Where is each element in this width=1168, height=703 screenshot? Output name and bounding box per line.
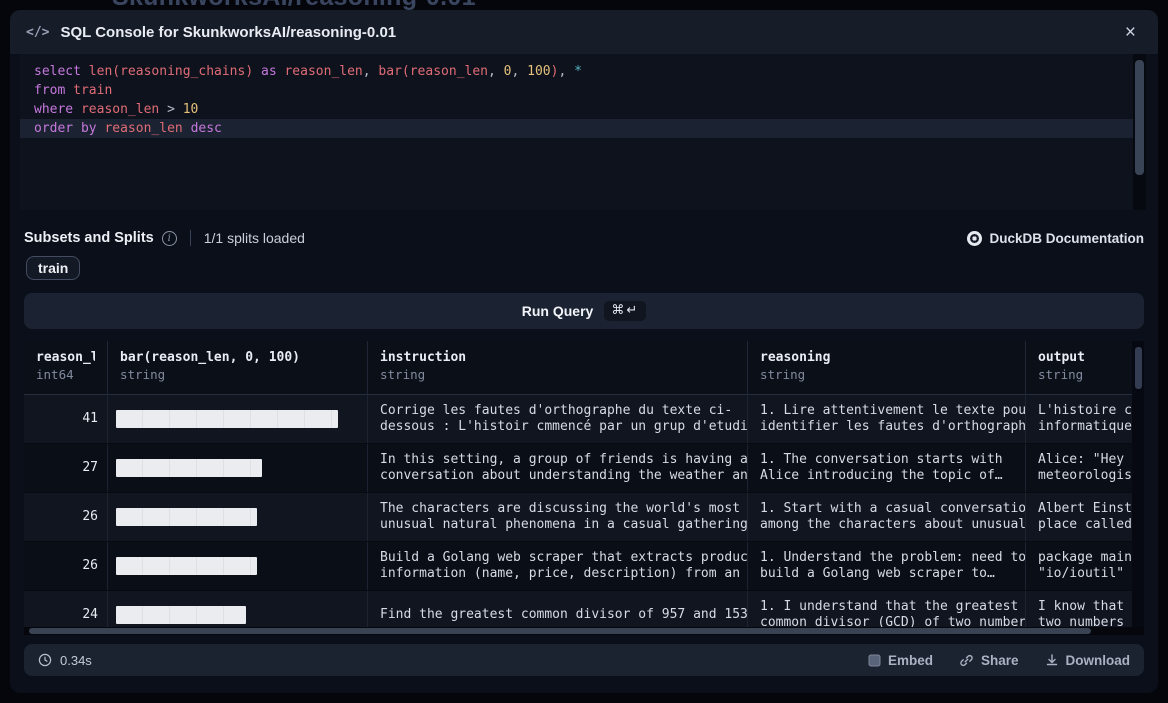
share-link-icon: [959, 653, 974, 668]
column-header[interactable]: bar(reason_len, 0, 100) string: [107, 341, 367, 394]
code-line: select len(reasoning_chains) as reason_l…: [20, 62, 1146, 81]
code-line: from train: [20, 81, 1146, 100]
column-type: string: [760, 367, 1013, 382]
column-name: instruction: [380, 350, 735, 365]
bar-visualization: [116, 410, 338, 428]
cell-output: package main "io/ioutil" ": [1025, 542, 1144, 590]
bar-visualization: [116, 606, 246, 624]
cell-bar: [107, 542, 367, 590]
cell-output: Alice: "Hey g meteorologist: [1025, 444, 1144, 492]
table-vertical-scrollbar[interactable]: [1132, 341, 1144, 635]
results-footer: 0.34s Embed Share Download: [24, 644, 1144, 676]
embed-label: Embed: [888, 653, 933, 668]
cell-bar: [107, 395, 367, 443]
download-label: Download: [1066, 653, 1131, 668]
cell-bar: [107, 493, 367, 541]
column-header[interactable]: instruction string: [367, 341, 747, 394]
cell-reason-len: 27: [24, 444, 107, 492]
cell-reasoning: 1. Understand the problem: need to build…: [747, 542, 1025, 590]
code-line: where reason_len > 10: [20, 100, 1146, 119]
cell-reasoning: 1. Lire attentivement le texte pour iden…: [747, 395, 1025, 443]
cell-reason-len: 26: [24, 542, 107, 590]
code-line: order by reason_len desc: [20, 119, 1146, 138]
cell-output: L'histoire co informatique: [1025, 395, 1144, 443]
table-body: 41 Corrige les fautes d'orthographe du te…: [24, 395, 1144, 635]
elapsed-time-value: 0.34s: [60, 653, 92, 668]
column-name: bar(reason_len, 0, 100): [120, 350, 355, 365]
column-name: output: [1038, 350, 1132, 365]
column-header[interactable]: reason_len int64: [24, 341, 107, 394]
sql-editor[interactable]: select len(reasoning_chains) as reason_l…: [20, 54, 1146, 210]
cell-instruction: The characters are discussing the world'…: [367, 493, 747, 541]
split-chip-train[interactable]: train: [26, 256, 80, 280]
duckdb-icon: [967, 231, 982, 246]
duckdb-docs-label: DuckDB Documentation: [989, 231, 1144, 246]
run-query-label: Run Query: [522, 303, 594, 319]
cell-reasoning: 1. The conversation starts with Alice in…: [747, 444, 1025, 492]
download-button[interactable]: Download: [1045, 653, 1131, 668]
table-row[interactable]: 26 The characters are discussing the worl…: [24, 493, 1144, 542]
cell-bar: [107, 444, 367, 492]
table-row[interactable]: 26 Build a Golang web scraper that extrac…: [24, 542, 1144, 591]
run-query-button[interactable]: Run Query ⌘↵: [24, 293, 1144, 329]
table-header-row: reason_len int64 bar(reason_len, 0, 100) st…: [24, 341, 1144, 395]
code-icon: </>: [26, 25, 49, 40]
share-label: Share: [981, 653, 1019, 668]
editor-scrollbar[interactable]: [1133, 54, 1146, 210]
column-type: int64: [36, 367, 95, 382]
cell-instruction: Corrige les fautes d'orthographe du text…: [367, 395, 747, 443]
bar-visualization: [116, 508, 257, 526]
column-type: string: [120, 367, 355, 382]
share-button[interactable]: Share: [959, 653, 1019, 668]
editor-scrollbar-thumb[interactable]: [1135, 60, 1144, 175]
cell-reason-len: 41: [24, 395, 107, 443]
column-name: reason_len: [36, 350, 95, 365]
column-name: reasoning: [760, 350, 1013, 365]
table-horizontal-scrollbar-thumb[interactable]: [29, 628, 1091, 634]
cell-output: Albert Einste place called: [1025, 493, 1144, 541]
sql-console-dialog: </> SQL Console for SkunkworksAI/reasoni…: [10, 10, 1158, 693]
dialog-header: </> SQL Console for SkunkworksAI/reasoni…: [10, 10, 1158, 54]
table-vertical-scrollbar-thumb[interactable]: [1135, 347, 1142, 389]
results-table: reason_len int64 bar(reason_len, 0, 100) st…: [24, 341, 1144, 635]
divider: [190, 230, 191, 246]
subsets-row: Subsets and Splits i 1/1 splits loaded D…: [24, 228, 1144, 248]
cell-reasoning: 1. Start with a casual conversation amon…: [747, 493, 1025, 541]
embed-icon: [868, 654, 881, 667]
cell-instruction: Build a Golang web scraper that extracts…: [367, 542, 747, 590]
keyboard-shortcut-badge: ⌘↵: [604, 301, 646, 321]
cell-instruction: In this setting, a group of friends is h…: [367, 444, 747, 492]
column-header[interactable]: reasoning string: [747, 341, 1025, 394]
close-button[interactable]: ×: [1119, 21, 1142, 44]
table-row[interactable]: 41 Corrige les fautes d'orthographe du te…: [24, 395, 1144, 444]
bar-visualization: [116, 459, 262, 477]
subsets-splits-label: Subsets and Splits: [24, 230, 154, 246]
dialog-title: SQL Console for SkunkworksAI/reasoning-0…: [60, 24, 396, 41]
info-icon[interactable]: i: [162, 231, 177, 246]
close-icon: ×: [1125, 22, 1136, 43]
duckdb-docs-link[interactable]: DuckDB Documentation: [967, 231, 1144, 246]
sql-code: select len(reasoning_chains) as reason_l…: [20, 54, 1146, 138]
elapsed-time: 0.34s: [38, 653, 92, 668]
clock-icon: [38, 653, 52, 667]
column-type: string: [380, 367, 735, 382]
cell-reason-len: 26: [24, 493, 107, 541]
column-header[interactable]: output string: [1025, 341, 1144, 394]
download-icon: [1045, 653, 1059, 667]
embed-button[interactable]: Embed: [868, 653, 933, 668]
bar-visualization: [116, 557, 257, 575]
table-row[interactable]: 27 In this setting, a group of friends is…: [24, 444, 1144, 493]
splits-loaded-text: 1/1 splits loaded: [204, 230, 305, 246]
table-horizontal-scrollbar[interactable]: [24, 627, 1144, 635]
column-type: string: [1038, 367, 1132, 382]
footer-actions: Embed Share Download: [868, 653, 1130, 668]
